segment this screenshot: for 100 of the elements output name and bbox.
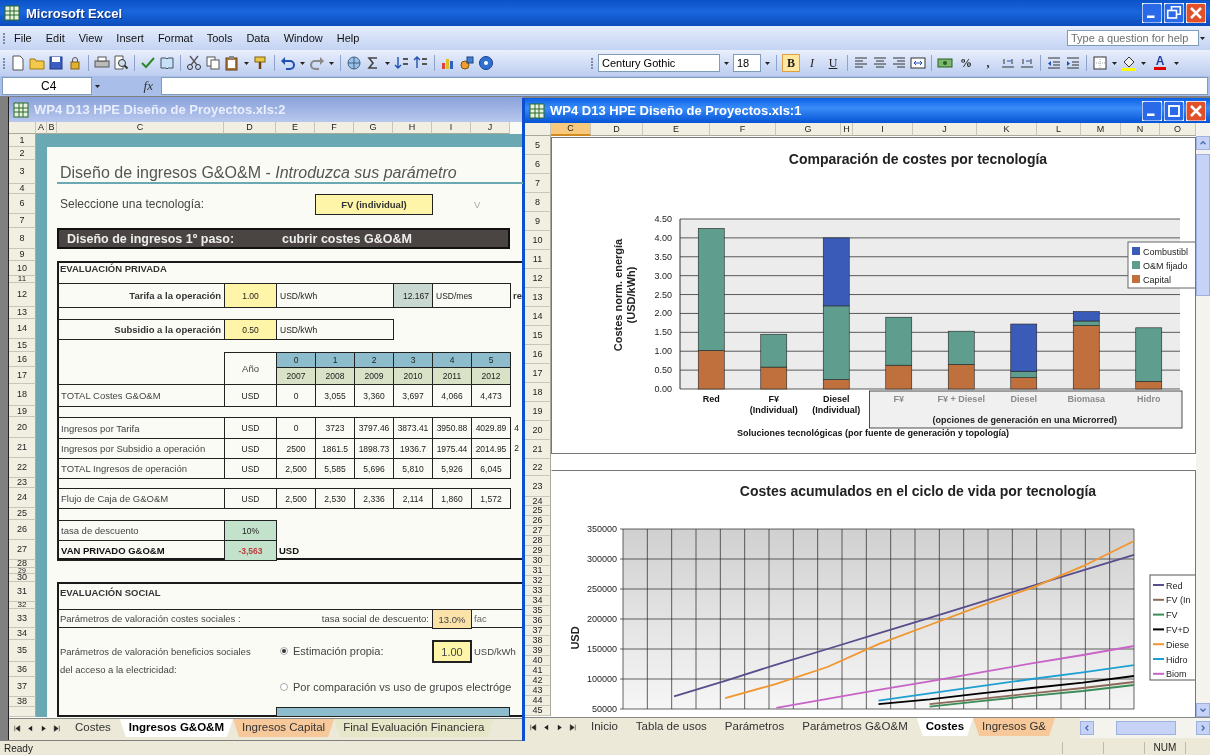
column-header[interactable]: O <box>1160 123 1196 136</box>
outdent-icon[interactable] <box>1046 55 1062 71</box>
name-box[interactable]: C4 <box>2 77 92 95</box>
row-header[interactable]: 22 <box>9 458 36 478</box>
checkmark-icon[interactable] <box>140 55 156 71</box>
sheet-tab[interactable]: Ingresos G& <box>973 718 1055 736</box>
sheet-tab[interactable]: Final Evaluación Financiera <box>334 719 494 737</box>
row-header[interactable]: 19 <box>525 402 551 421</box>
column-header[interactable]: F <box>710 123 776 136</box>
format-button[interactable]: U <box>824 54 842 72</box>
align-left-icon[interactable] <box>853 55 869 71</box>
menu-item[interactable]: Data <box>239 30 277 46</box>
column-header[interactable]: C <box>57 122 224 134</box>
restore-icon[interactable] <box>1164 3 1184 23</box>
insert-function-button[interactable]: fx <box>103 78 159 94</box>
maximize-icon[interactable] <box>1164 100 1184 121</box>
row-header[interactable]: 21 <box>9 438 36 458</box>
menu-item[interactable]: Format <box>150 30 200 46</box>
row-header[interactable]: 8 <box>525 193 551 212</box>
input-field[interactable]: 1.00 <box>432 640 472 663</box>
row-header[interactable]: 5 <box>525 136 551 155</box>
column-header[interactable]: D <box>591 123 643 136</box>
row-header[interactable]: 6 <box>9 194 36 214</box>
input-field[interactable]: 0.50 <box>224 319 277 340</box>
row-header[interactable]: 18 <box>525 383 551 402</box>
column-header[interactable]: F <box>315 122 354 134</box>
printer-icon[interactable] <box>94 55 110 71</box>
row-header[interactable]: 23 <box>525 476 551 497</box>
input-field[interactable]: 13.0% <box>432 609 472 629</box>
row-header[interactable]: 1 <box>9 134 36 147</box>
format-button[interactable]: I <box>803 54 821 72</box>
menu-item[interactable]: Window <box>276 30 330 46</box>
row-header[interactable]: 16 <box>9 352 36 367</box>
row-header[interactable]: 17 <box>9 367 36 384</box>
menu-item[interactable]: File <box>7 30 39 46</box>
input-field[interactable]: 10% <box>224 520 277 541</box>
row-header[interactable]: 26 <box>9 520 36 540</box>
menu-item[interactable]: Insert <box>109 30 151 46</box>
row-header[interactable]: 22 <box>525 459 551 476</box>
lock-icon[interactable] <box>67 55 83 71</box>
column-header[interactable]: L <box>1037 123 1081 136</box>
row-header[interactable]: 33 <box>9 609 36 628</box>
close-icon[interactable] <box>1186 100 1206 121</box>
font-size-field[interactable]: 18 <box>733 54 761 72</box>
brush-icon[interactable] <box>253 55 269 71</box>
radio-option[interactable]: Por comparación vs uso de grupos electróge <box>276 677 523 697</box>
row-header[interactable]: 35 <box>9 640 36 662</box>
row-header[interactable]: 12 <box>9 283 36 307</box>
column-header[interactable]: H <box>841 123 853 136</box>
sheet-tab[interactable]: Ingresos G&O&M <box>119 719 233 737</box>
menu-item[interactable]: Tools <box>199 30 240 46</box>
radio-option[interactable]: Estimación propia: <box>276 640 432 662</box>
column-header[interactable]: H <box>393 122 432 134</box>
format-button[interactable]: B <box>782 54 800 72</box>
minimize-icon[interactable] <box>1142 100 1162 121</box>
clipboard-icon[interactable] <box>224 55 240 71</box>
row-header[interactable]: 3 <box>9 160 36 184</box>
row-header[interactable]: 7 <box>9 214 36 228</box>
row-header[interactable]: 15 <box>9 339 36 352</box>
close-icon[interactable] <box>1186 3 1206 23</box>
row-header[interactable]: 10 <box>9 261 36 276</box>
row-header[interactable]: 14 <box>525 307 551 326</box>
align-center-icon[interactable] <box>872 55 888 71</box>
currency-icon[interactable] <box>937 55 953 71</box>
column-header[interactable]: J <box>913 123 977 136</box>
row-header[interactable]: 11 <box>525 250 551 269</box>
indent-icon[interactable] <box>1065 55 1081 71</box>
row-header[interactable]: 45 <box>525 706 551 716</box>
column-header[interactable]: C <box>551 123 591 136</box>
scrollbar-thumb[interactable] <box>1116 721 1176 735</box>
row-header[interactable]: 36 <box>9 662 36 677</box>
row-header[interactable]: 25 <box>9 508 36 520</box>
minimize-icon[interactable] <box>1142 3 1162 23</box>
row-header[interactable]: 20 <box>525 421 551 440</box>
row-header[interactable]: 2 <box>9 147 36 160</box>
scrollbar-thumb[interactable] <box>1196 154 1210 296</box>
borders-icon[interactable] <box>1092 55 1108 71</box>
grip-icon[interactable] <box>590 55 595 71</box>
row-header[interactable]: 7 <box>525 174 551 193</box>
menu-item[interactable]: View <box>71 30 110 46</box>
magnifier-icon[interactable] <box>113 55 129 71</box>
column-header[interactable]: D <box>224 122 276 134</box>
row-header[interactable]: 31 <box>9 582 36 602</box>
row-header[interactable]: 27 <box>9 540 36 560</box>
number-format-button[interactable]: % <box>956 54 976 72</box>
row-header[interactable]: 24 <box>9 488 36 508</box>
row-header[interactable]: 17 <box>525 364 551 383</box>
row-header[interactable]: 20 <box>9 417 36 438</box>
help-search-field[interactable]: Type a question for help <box>1067 30 1199 46</box>
column-header[interactable]: E <box>276 122 315 134</box>
row-header[interactable]: 9 <box>525 212 551 231</box>
technology-dropdown[interactable]: FV (individual) <box>315 194 433 215</box>
column-header[interactable]: K <box>977 123 1037 136</box>
document-icon[interactable] <box>10 55 26 71</box>
formula-field[interactable] <box>161 77 1208 95</box>
sort-ascending-icon[interactable] <box>394 55 410 71</box>
column-header[interactable]: M <box>1081 123 1121 136</box>
sheet-tab[interactable]: Ingresos Capital <box>233 719 335 737</box>
row-header[interactable]: 37 <box>9 677 36 697</box>
row-header[interactable]: 8 <box>9 228 36 249</box>
